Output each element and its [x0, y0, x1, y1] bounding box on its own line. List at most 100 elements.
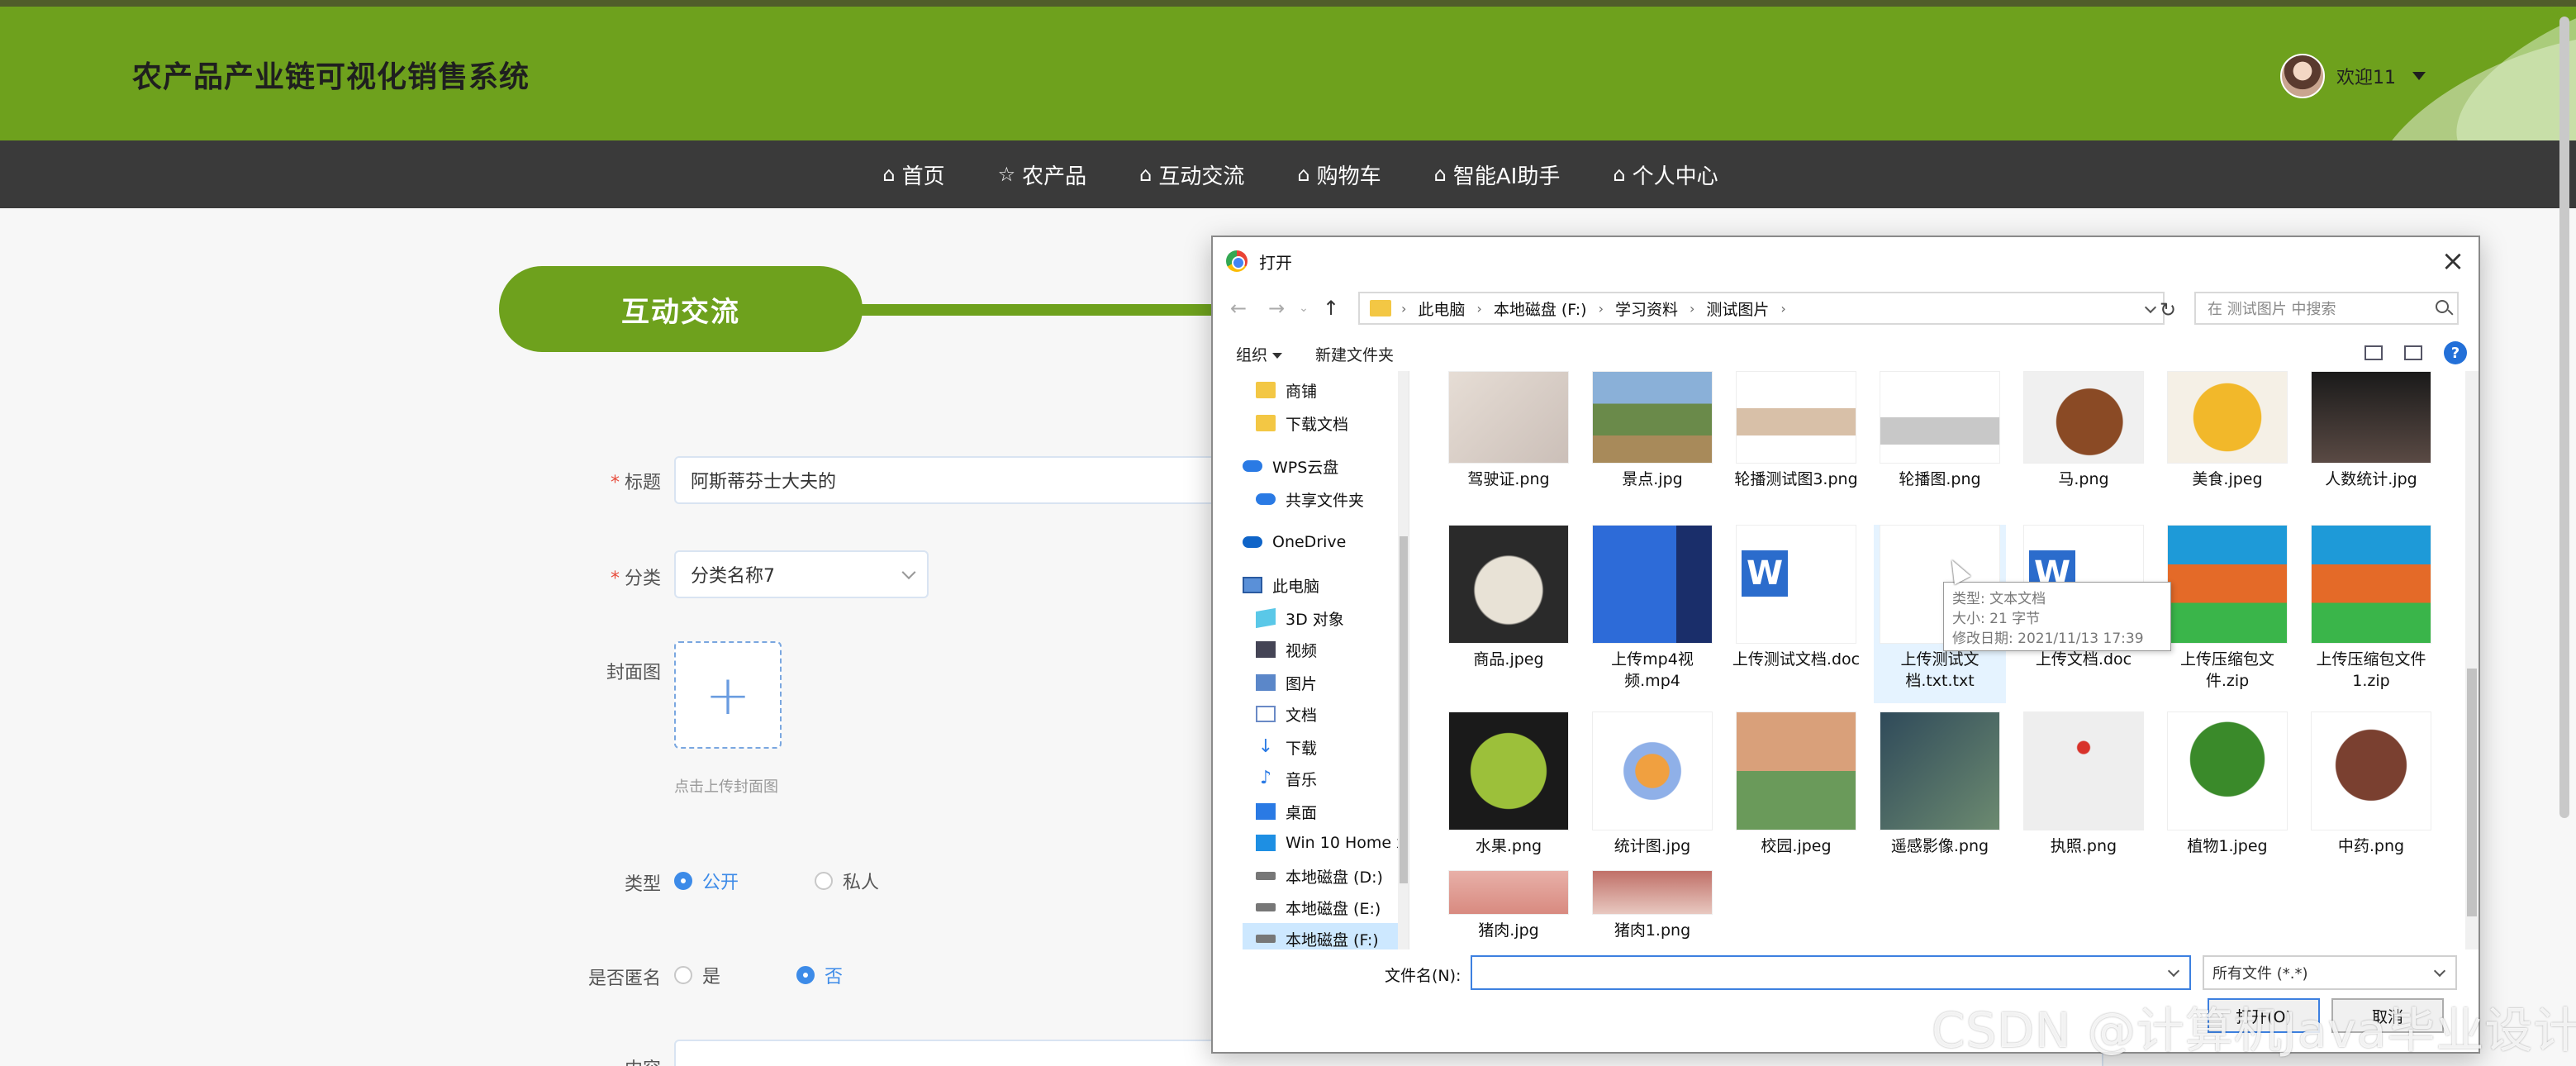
nav-forum[interactable]: ⌂ 互动交流: [1139, 159, 1244, 190]
file-item[interactable]: 校园.jpeg: [1730, 711, 1862, 857]
chevron-down-icon[interactable]: [2167, 964, 2180, 978]
refresh-icon[interactable]: ↻: [2160, 298, 2176, 321]
tree-item[interactable]: 商铺: [1256, 374, 1317, 406]
file-thumbnail: [1736, 371, 1856, 464]
dialog-titlebar: 打开 ×: [1213, 237, 2479, 285]
tree-item[interactable]: 图片: [1256, 667, 1317, 698]
back-arrow-icon[interactable]: ←: [1219, 297, 1257, 320]
tree-item[interactable]: OneDrive: [1243, 526, 1346, 558]
help-icon[interactable]: ?: [2444, 341, 2467, 364]
file-item[interactable]: 上传mp4视频.mp4: [1586, 525, 1718, 692]
file-item[interactable]: 上传压缩包文件1.zip: [2305, 525, 2437, 692]
forward-arrow-icon[interactable]: →: [1257, 297, 1295, 320]
file-item[interactable]: 商品.jpeg: [1442, 525, 1575, 670]
tree-item[interactable]: 此电脑: [1243, 569, 1319, 601]
tree-item[interactable]: 下载文档: [1256, 407, 1348, 439]
file-item[interactable]: 植物1.jpeg: [2161, 711, 2293, 857]
type-private-radio[interactable]: [815, 872, 834, 890]
file-item[interactable]: 上传压缩包文件.zip: [2161, 525, 2293, 692]
file-item[interactable]: 轮播图.png: [1874, 371, 2006, 490]
file-item[interactable]: 执照.png: [2018, 711, 2150, 857]
type-public-radio[interactable]: [674, 872, 692, 890]
file-item[interactable]: 轮播测试图3.png: [1730, 371, 1862, 490]
tree-scrollbar[interactable]: [1398, 371, 1409, 949]
breadcrumb-item[interactable]: 学习资料: [1615, 297, 1678, 320]
file-item[interactable]: 上传测试文档.doc: [1730, 525, 1862, 670]
tree-item[interactable]: 文档: [1256, 698, 1317, 730]
breadcrumb-separator[interactable]: ›: [1690, 301, 1694, 316]
breadcrumb-item[interactable]: 本地磁盘 (F:): [1494, 297, 1587, 320]
tree-item[interactable]: 本地磁盘 (E:): [1256, 892, 1381, 923]
title-input[interactable]: 阿斯蒂芬士大夫的: [674, 456, 1236, 504]
tree-item-selected[interactable]: 本地磁盘 (F:): [1243, 923, 1409, 949]
tree-item[interactable]: WPS云盘: [1243, 450, 1338, 482]
close-icon[interactable]: ×: [2434, 242, 2472, 280]
nav-label: 农产品: [1022, 164, 1087, 189]
avatar[interactable]: [2280, 54, 2325, 98]
filename-input[interactable]: [1471, 955, 2191, 990]
search-icon[interactable]: [2436, 300, 2449, 313]
tree-item[interactable]: Win 10 Home x: [1256, 827, 1405, 859]
cover-upload-button[interactable]: +: [674, 641, 782, 749]
file-item[interactable]: 中药.png: [2305, 711, 2437, 857]
new-folder-button[interactable]: 新建文件夹: [1315, 343, 1394, 365]
type-radio-group: 公开 私人: [674, 868, 945, 894]
tree-item[interactable]: 视频: [1256, 634, 1317, 665]
3d-icon: [1256, 607, 1276, 629]
breadcrumb-separator[interactable]: ›: [1476, 301, 1481, 316]
up-arrow-icon[interactable]: ↑: [1312, 297, 1350, 320]
file-thumbnail: [1448, 711, 1569, 830]
file-item[interactable]: 统计图.jpg: [1586, 711, 1718, 857]
anonymous-yes-label[interactable]: 是: [702, 962, 720, 988]
top-strip: [0, 0, 2576, 7]
chevron-down-icon[interactable]: [2144, 301, 2157, 314]
file-item[interactable]: 水果.png: [1442, 711, 1575, 857]
file-item[interactable]: 猪肉1.png: [1586, 870, 1718, 941]
organize-button[interactable]: 组织: [1236, 343, 1283, 365]
view-mode-icon[interactable]: [2365, 345, 2383, 360]
nav-cart[interactable]: ⌂ 购物车: [1297, 159, 1381, 190]
category-select[interactable]: 分类名称7: [674, 550, 929, 598]
file-item[interactable]: 人数统计.jpg: [2305, 371, 2437, 490]
file-item[interactable]: 遥感影像.png: [1874, 711, 2006, 857]
share-icon: [1256, 493, 1276, 505]
file-item[interactable]: 马.png: [2018, 371, 2150, 490]
breadcrumb-separator[interactable]: ›: [1780, 301, 1785, 316]
anonymous-no-label[interactable]: 否: [825, 962, 843, 988]
tree-scroll-thumb[interactable]: [1400, 536, 1408, 883]
filetype-select[interactable]: 所有文件 (*.*): [2203, 955, 2457, 990]
nav-home[interactable]: ⌂ 首页: [882, 159, 944, 190]
file-grid-scrollbar[interactable]: [2465, 371, 2479, 949]
anonymous-yes-radio[interactable]: [674, 966, 692, 984]
file-item[interactable]: 景点.jpg: [1586, 371, 1718, 490]
file-item[interactable]: 驾驶证.png: [1442, 371, 1575, 490]
anonymous-no-radio[interactable]: [796, 966, 815, 984]
page-scrollbar[interactable]: [2559, 17, 2569, 818]
tree-item[interactable]: ♪ 音乐: [1256, 763, 1317, 794]
tree-item[interactable]: 共享文件夹: [1256, 483, 1364, 515]
tree-item[interactable]: ↓ 下载: [1256, 731, 1317, 763]
breadcrumb-separator[interactable]: ›: [1599, 301, 1604, 316]
type-private-label[interactable]: 私人: [843, 868, 879, 894]
chevron-down-icon[interactable]: [2412, 72, 2426, 80]
nav-ai-assistant[interactable]: ⌂ 智能AI助手: [1434, 159, 1561, 190]
nav-products[interactable]: ☆ 农产品: [998, 159, 1087, 190]
breadcrumb-item[interactable]: 测试图片: [1706, 297, 1769, 320]
preview-pane-icon[interactable]: [2404, 345, 2422, 360]
welcome-text[interactable]: 欢迎11: [2336, 63, 2396, 89]
file-thumbnail: [1592, 870, 1713, 915]
file-thumbnail: [1592, 711, 1713, 830]
file-item[interactable]: 美食.jpeg: [2161, 371, 2293, 490]
search-input[interactable]: 在 测试图片 中搜索: [2194, 292, 2459, 325]
file-grid-scroll-thumb[interactable]: [2467, 669, 2477, 916]
user-menu[interactable]: 欢迎11: [2280, 53, 2426, 99]
breadcrumb-item[interactable]: 此电脑: [1418, 297, 1465, 320]
nav-profile[interactable]: ⌂ 个人中心: [1613, 159, 1718, 190]
tree-item[interactable]: 本地磁盘 (D:): [1256, 860, 1383, 892]
recent-dropdown-icon[interactable]: ⌄: [1295, 302, 1312, 315]
file-item[interactable]: 猪肉.jpg: [1442, 870, 1575, 941]
type-public-label[interactable]: 公开: [702, 868, 739, 894]
tree-item[interactable]: 3D 对象: [1256, 602, 1344, 634]
address-bar[interactable]: › 此电脑 › 本地磁盘 (F:) › 学习资料 › 测试图片 ›: [1358, 292, 2165, 325]
tree-item[interactable]: 桌面: [1256, 796, 1317, 827]
